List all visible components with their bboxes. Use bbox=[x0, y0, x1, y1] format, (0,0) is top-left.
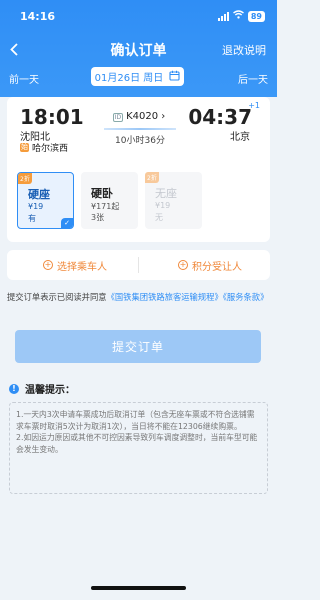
train-number[interactable]: ID K4020 › bbox=[104, 111, 174, 122]
route-line bbox=[104, 128, 176, 130]
discount-tag: 2折 bbox=[18, 173, 32, 184]
next-day-button[interactable]: 后一天 bbox=[238, 71, 268, 86]
trip-card: 18:01 沈阳北 始 哈尔滨西 ID K4020 › 10小时36分 04:37… bbox=[7, 97, 270, 242]
plus-circle-icon: + bbox=[43, 260, 53, 270]
tips-box: 1.一天内3次申请车票成功后取消订单（包含无座车票或不符合选铺需求车票时取消5次… bbox=[9, 402, 268, 494]
agreement-text: 提交订单表示已阅读并同意《国铁集团铁路旅客运输规程》《服务条款》 bbox=[7, 292, 269, 302]
seat-availability: 有 bbox=[28, 214, 36, 223]
seat-availability: 无 bbox=[155, 213, 163, 222]
seat-option-hard-seat[interactable]: 2折 硬座 ¥19 有 ✓ bbox=[17, 172, 74, 229]
status-icons: 89 bbox=[217, 10, 265, 22]
header: 14:16 89 确认订单 退改说明 前一天 01月26日 周日 后一天 bbox=[0, 0, 277, 97]
submit-order-button[interactable]: 提交订单 bbox=[15, 330, 261, 363]
home-indicator bbox=[91, 586, 186, 590]
depart-time: 18:01 bbox=[20, 105, 84, 129]
info-icon: ! bbox=[9, 383, 19, 394]
check-icon: ✓ bbox=[61, 218, 73, 228]
points-recipient-button[interactable]: + 积分受让人 bbox=[178, 250, 242, 280]
seat-price: ¥171起 bbox=[91, 202, 120, 211]
seat-availability: 3张 bbox=[91, 213, 105, 222]
seat-price: ¥19 bbox=[155, 201, 171, 210]
date-picker[interactable]: 01月26日 周日 bbox=[91, 67, 184, 86]
id-card-icon: ID bbox=[112, 113, 124, 122]
next-day-indicator: +1 bbox=[248, 101, 260, 110]
service-terms-link[interactable]: 《服务条款》 bbox=[223, 292, 269, 302]
seat-name: 硬卧 bbox=[91, 187, 113, 200]
seat-option-no-seat[interactable]: 2折 无座 ¥19 无 bbox=[145, 172, 202, 229]
seat-price: ¥19 bbox=[28, 202, 44, 211]
seat-options: 2折 硬座 ¥19 有 ✓ 硬卧 ¥171起 3张 2折 无座 ¥19 无 bbox=[17, 172, 262, 232]
nav-bar: 确认订单 退改说明 bbox=[0, 38, 277, 60]
passenger-actions: + 选择乘车人 + 积分受让人 bbox=[7, 250, 270, 280]
tips-title: ! 温馨提示： bbox=[9, 381, 75, 396]
arrive-time: 04:37 bbox=[188, 105, 252, 129]
date-label: 01月26日 周日 bbox=[94, 73, 164, 84]
origin-badge-icon: 始 bbox=[20, 143, 29, 152]
discount-tag: 2折 bbox=[145, 172, 159, 183]
calendar-icon bbox=[169, 70, 180, 84]
tip-item: 1.一天内3次申请车票成功后取消订单（包含无座车票或不符合选铺需求车票时取消5次… bbox=[16, 410, 255, 431]
date-switcher: 前一天 01月26日 周日 后一天 bbox=[0, 66, 277, 88]
status-time: 14:16 bbox=[20, 10, 56, 23]
battery-indicator: 89 bbox=[247, 10, 265, 22]
divider bbox=[138, 257, 139, 273]
trip-duration: 10小时36分 bbox=[115, 136, 165, 146]
transport-rules-link[interactable]: 《国铁集团铁路旅客运输规程》 bbox=[107, 292, 223, 302]
status-bar: 14:16 89 bbox=[0, 10, 277, 26]
select-passenger-button[interactable]: + 选择乘车人 bbox=[43, 250, 107, 280]
seat-option-hard-sleeper[interactable]: 硬卧 ¥171起 3张 bbox=[81, 172, 138, 229]
prev-day-button[interactable]: 前一天 bbox=[9, 71, 39, 86]
seat-name: 硬座 bbox=[28, 188, 50, 201]
signal-icon bbox=[217, 11, 229, 21]
tip-item: 2.如因运力原因或其他不可控因素导致列车调度调整时，当前车型可能会发生变动。 bbox=[16, 433, 258, 454]
origin-station: 始 哈尔滨西 bbox=[20, 143, 69, 154]
seat-name: 无座 bbox=[155, 187, 177, 200]
wifi-icon bbox=[232, 10, 244, 22]
arrive-station: 北京 bbox=[230, 132, 250, 143]
refund-rules-link[interactable]: 退改说明 bbox=[222, 42, 266, 58]
plus-circle-icon: + bbox=[178, 260, 188, 270]
